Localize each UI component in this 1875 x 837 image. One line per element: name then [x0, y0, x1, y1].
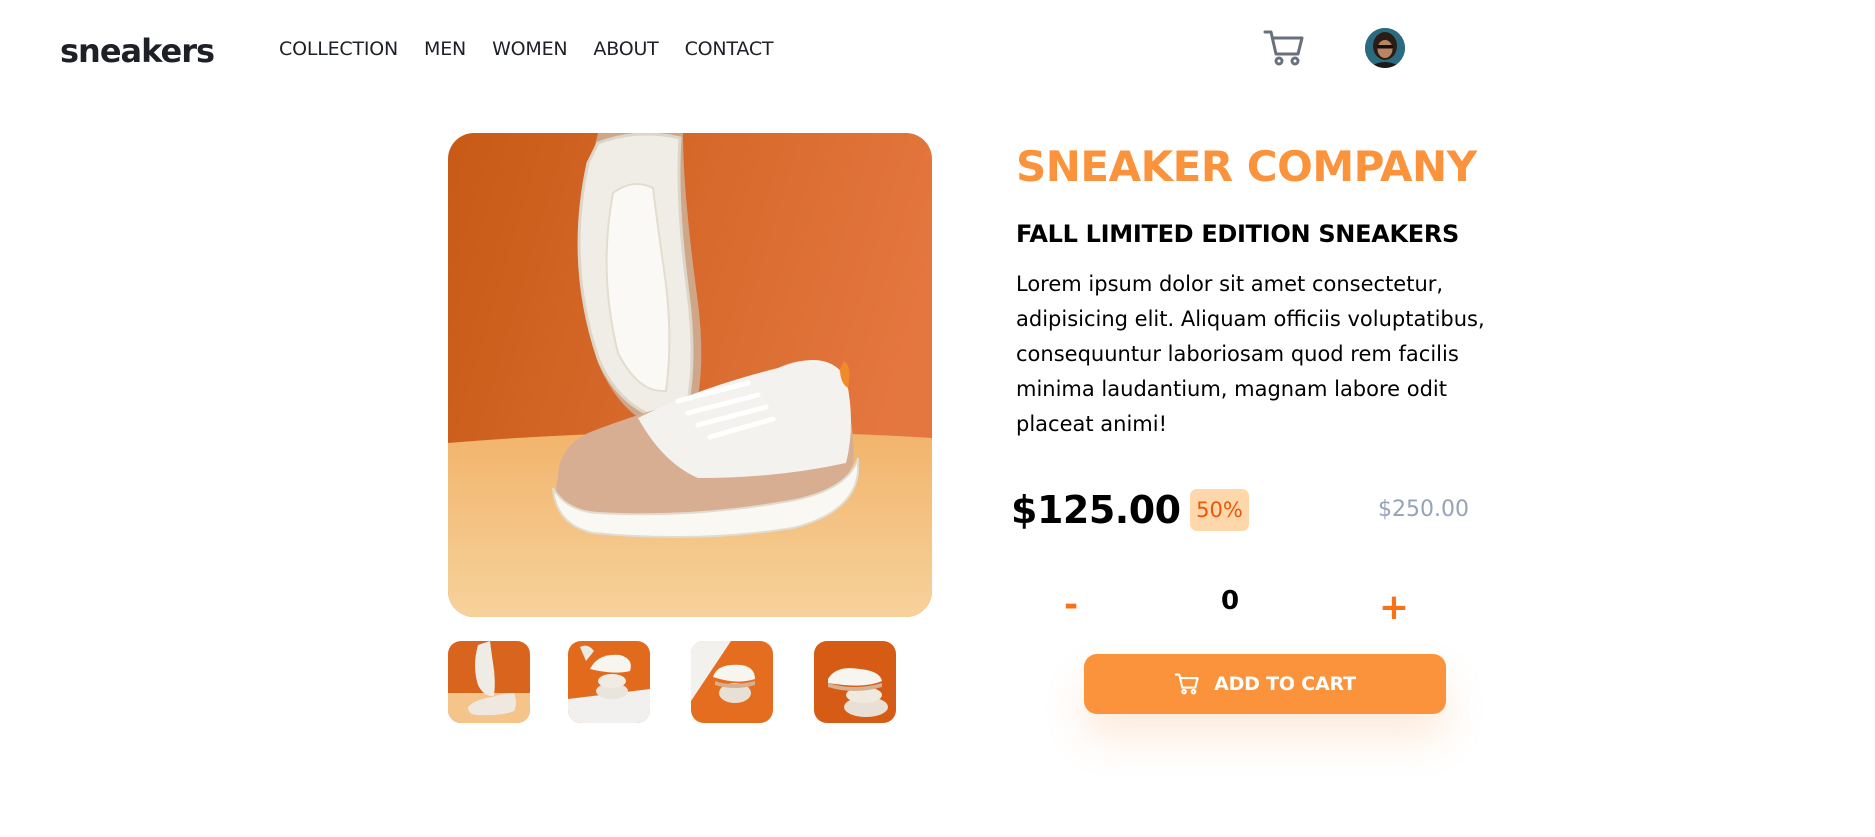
cart-icon — [1174, 672, 1200, 696]
discount-badge: 50% — [1190, 489, 1249, 531]
main-nav: COLLECTION MEN WOMEN ABOUT CONTACT — [279, 38, 799, 60]
thumbnail-3[interactable] — [691, 641, 773, 723]
product-main-image[interactable] — [448, 133, 932, 617]
current-price: $125.00 — [1011, 488, 1181, 532]
nav-item-women[interactable]: WOMEN — [492, 38, 568, 60]
nav-item-contact[interactable]: CONTACT — [685, 38, 774, 60]
nav-item-about[interactable]: ABOUT — [593, 38, 658, 60]
cart-icon[interactable] — [1262, 28, 1306, 68]
avatar[interactable] — [1365, 28, 1405, 68]
add-to-cart-button[interactable]: ADD TO CART — [1084, 654, 1446, 714]
product-description: Lorem ipsum dolor sit amet consectetur, … — [1016, 272, 1485, 436]
company-name: SNEAKER COMPANY — [1016, 142, 1477, 191]
nav-item-men[interactable]: MEN — [424, 38, 466, 60]
thumbnail-4[interactable] — [814, 641, 896, 723]
logo[interactable]: sneakers — [60, 32, 215, 70]
add-to-cart-label: ADD TO CART — [1214, 673, 1356, 695]
thumbnail-1[interactable] — [448, 641, 530, 723]
quantity-value: 0 — [1220, 586, 1240, 616]
quantity-increase-button[interactable]: + — [1377, 588, 1411, 628]
thumbnail-2[interactable] — [568, 641, 650, 723]
product-title: FALL LIMITED EDITION SNEAKERS — [1016, 220, 1460, 248]
nav-item-collection[interactable]: COLLECTION — [279, 38, 398, 60]
original-price: $250.00 — [1378, 497, 1469, 522]
quantity-decrease-button[interactable]: - — [1058, 585, 1084, 625]
